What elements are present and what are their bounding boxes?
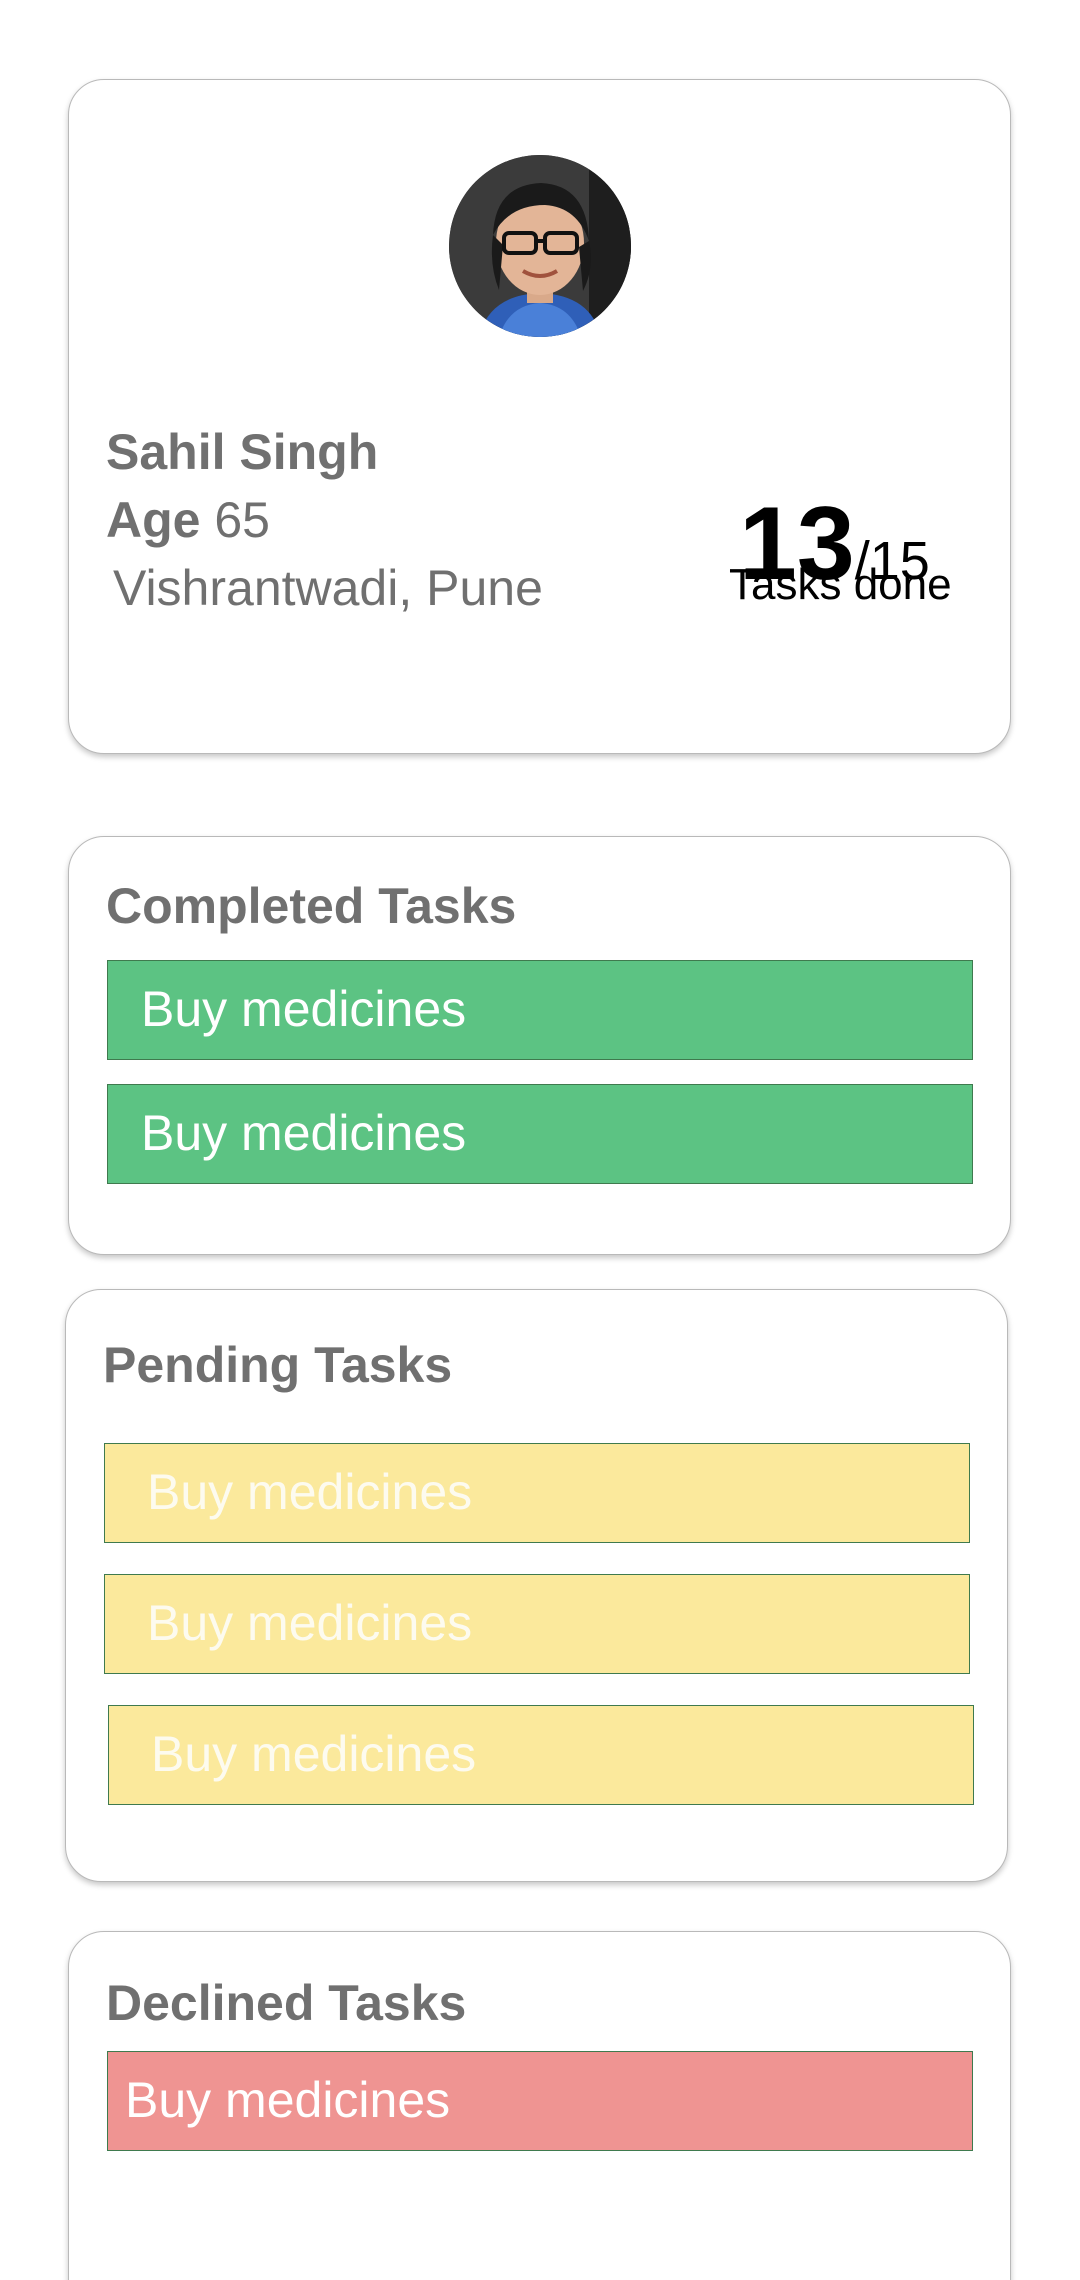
profile-location: Vishrantwadi, Pune	[113, 560, 543, 616]
completed-tasks-title: Completed Tasks	[106, 878, 517, 934]
task-label: Buy medicines	[125, 2072, 451, 2128]
pending-tasks-title: Pending Tasks	[103, 1337, 453, 1393]
task-label: Buy medicines	[151, 1726, 477, 1782]
task-label: Buy medicines	[141, 981, 467, 1037]
age-label: Age	[106, 492, 201, 548]
completed-tasks-card: Completed Tasks Buy medicines Buy medici…	[68, 836, 1011, 1255]
pending-tasks-card: Pending Tasks Buy medicines Buy medicine…	[65, 1289, 1008, 1882]
completed-task-item[interactable]: Buy medicines	[107, 1084, 973, 1184]
user-avatar-icon	[449, 155, 631, 337]
declined-tasks-card: Declined Tasks Buy medicines	[68, 1931, 1011, 2280]
tasks-done-label: Tasks done	[729, 560, 952, 609]
profile-card: Sahil Singh Age 65 Vishrantwadi, Pune 13…	[68, 79, 1011, 754]
age-value: 65	[214, 492, 270, 548]
avatar	[449, 155, 631, 337]
declined-task-item[interactable]: Buy medicines	[107, 2051, 973, 2151]
profile-age: Age 65	[106, 491, 270, 549]
page: Sahil Singh Age 65 Vishrantwadi, Pune 13…	[0, 0, 1080, 2280]
completed-task-item[interactable]: Buy medicines	[107, 960, 973, 1060]
profile-name: Sahil Singh	[106, 424, 379, 480]
declined-tasks-title: Declined Tasks	[106, 1975, 467, 2031]
task-label: Buy medicines	[147, 1595, 473, 1651]
pending-task-item[interactable]: Buy medicines	[108, 1705, 974, 1805]
pending-task-item[interactable]: Buy medicines	[104, 1443, 970, 1543]
pending-task-item[interactable]: Buy medicines	[104, 1574, 970, 1674]
task-label: Buy medicines	[141, 1105, 467, 1161]
task-label: Buy medicines	[147, 1464, 473, 1520]
